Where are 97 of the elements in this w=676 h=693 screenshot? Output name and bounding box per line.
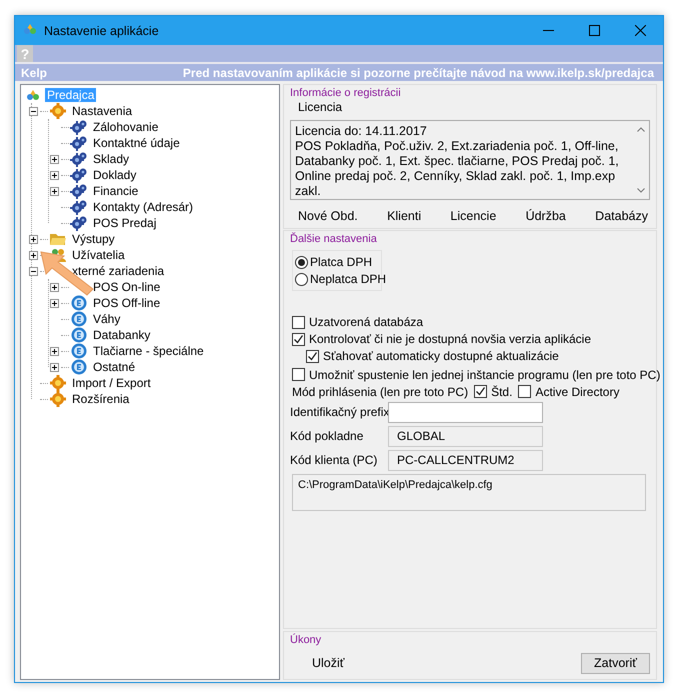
input-field[interactable] bbox=[388, 402, 543, 422]
radio-button[interactable] bbox=[295, 272, 308, 286]
window-title: Nastavenie aplikácie bbox=[44, 24, 160, 38]
license-label: Licencia bbox=[297, 100, 344, 114]
close-icon[interactable] bbox=[634, 25, 646, 36]
gear-icon bbox=[70, 135, 88, 151]
gear-icon bbox=[70, 215, 88, 231]
checkbox[interactable] bbox=[518, 385, 532, 398]
tree-item[interactable]: Váhy bbox=[91, 312, 122, 326]
expand-icon[interactable] bbox=[50, 346, 59, 356]
gear-icon bbox=[70, 119, 88, 135]
tree-item[interactable]: Doklady bbox=[91, 168, 138, 182]
checkbox[interactable] bbox=[292, 332, 305, 346]
notice-text: Pred nastavovaním aplikácie si pozorne prečítajte návod na www.ikelp.sk/predajca bbox=[182, 66, 654, 80]
toolbar-button[interactable]: Nové Obd. bbox=[296, 208, 360, 224]
tree-item[interactable]: Kontakty (Adresár) bbox=[91, 200, 196, 214]
minimize-icon[interactable] bbox=[542, 30, 554, 31]
radio-label: Neplatca DPH bbox=[310, 272, 386, 286]
checkbox-label: Štd. bbox=[491, 384, 512, 398]
checkbox-label: Uzatvorená databáza bbox=[309, 315, 424, 329]
expand-icon[interactable] bbox=[29, 250, 38, 260]
expand-icon[interactable] bbox=[50, 186, 59, 196]
maximize-icon[interactable] bbox=[588, 25, 600, 36]
expand-icon[interactable] bbox=[50, 170, 59, 180]
license-line: Licencia do: 14.11.2017 bbox=[295, 124, 428, 139]
tree-item[interactable]: Výstupy bbox=[70, 232, 117, 246]
gear-icon bbox=[70, 199, 88, 215]
save-button[interactable]: Uložiť bbox=[310, 655, 346, 671]
tree-item[interactable]: Nastavenia bbox=[70, 104, 134, 118]
license-line: zakl. bbox=[295, 184, 322, 199]
checkbox-label: Active Directory bbox=[535, 384, 620, 398]
field-label: Kód pokladne bbox=[290, 429, 364, 443]
tree-item[interactable]: POS On-line bbox=[91, 280, 162, 294]
field-label: Identifikačný prefix bbox=[290, 405, 388, 419]
tree-item[interactable]: POS Predaj bbox=[91, 216, 158, 230]
tree-item[interactable]: Tlačiarne - špeciálne bbox=[91, 344, 206, 358]
checkbox[interactable] bbox=[474, 385, 488, 398]
checkbox-label: Umožniť spustenie len jednej inštancie programu (len pre toto PC) bbox=[309, 368, 660, 382]
expand-icon[interactable] bbox=[50, 362, 59, 372]
scroll-up-icon[interactable] bbox=[637, 127, 645, 132]
device-icon bbox=[70, 295, 88, 311]
scroll-down-icon[interactable] bbox=[637, 188, 645, 193]
config-path-box: C:\ProgramData\iKelp\Predajca\kelp.cfg bbox=[292, 474, 646, 510]
group-title: Ďalšie nastavenia bbox=[290, 232, 377, 246]
expand-icon[interactable] bbox=[50, 282, 59, 292]
close-button[interactable]: Zatvoriť bbox=[581, 652, 650, 674]
tree-item[interactable]: Rozšírenia bbox=[70, 392, 132, 406]
login-mode-label: Mód prihlásenia (len pre toto PC) bbox=[292, 384, 468, 398]
expand-icon[interactable] bbox=[50, 154, 59, 164]
toolbar-button[interactable]: Licencie bbox=[448, 208, 498, 224]
checkbox-label: Kontrolovať či nie je dostupná novšia verzia aplikácie bbox=[309, 332, 591, 346]
gear-icon bbox=[70, 183, 88, 199]
tree-item[interactable]: Import / Export bbox=[70, 376, 153, 390]
input-field[interactable]: GLOBAL bbox=[388, 426, 543, 446]
toolbar-button[interactable]: Databázy bbox=[593, 208, 650, 224]
checkbox[interactable] bbox=[292, 368, 305, 381]
group-title: Informácie o registrácii bbox=[290, 86, 401, 100]
field-label: Kód klienta (PC) bbox=[290, 453, 378, 467]
cog-icon bbox=[49, 103, 67, 119]
device-icon bbox=[70, 343, 88, 359]
toolbar-button[interactable]: Údržba bbox=[524, 208, 568, 224]
radio-label: Platca DPH bbox=[310, 255, 372, 269]
tree-item[interactable]: Databanky bbox=[91, 328, 152, 342]
app-icon bbox=[23, 23, 37, 35]
tree-item[interactable]: POS Off-line bbox=[91, 296, 162, 310]
device-icon bbox=[70, 359, 88, 375]
license-line: Online predaj poč. 2, Cenníky, Sklad zakl. poč. 1, Imp.exp bbox=[295, 169, 616, 184]
checkbox[interactable] bbox=[292, 316, 305, 328]
tree-item[interactable]: Financie bbox=[91, 184, 140, 198]
tree-item[interactable]: Kontaktné údaje bbox=[91, 136, 182, 150]
folder-icon bbox=[49, 231, 67, 247]
gear-icon bbox=[70, 151, 88, 167]
app-icon bbox=[26, 89, 40, 101]
license-line: Databanky poč. 1, Ext. špec. tlačiarne, POS Predaj poč. 1, bbox=[295, 154, 620, 169]
license-text-area[interactable] bbox=[290, 120, 650, 200]
tree-item[interactable]: Užívatelia bbox=[70, 248, 127, 262]
gear-icon bbox=[70, 167, 88, 183]
device-icon bbox=[70, 327, 88, 343]
tree-item[interactable]: Ostatné bbox=[91, 360, 138, 374]
collapse-icon[interactable] bbox=[29, 106, 38, 116]
expand-icon[interactable] bbox=[29, 234, 38, 244]
input-field[interactable]: PC-CALLCENTRUM2 bbox=[388, 450, 543, 470]
tree-item[interactable]: xterné zariadenia bbox=[70, 264, 166, 278]
group-title: Úkony bbox=[290, 633, 322, 647]
cog-icon bbox=[49, 391, 67, 407]
cog-icon bbox=[49, 375, 67, 391]
radio-button[interactable] bbox=[295, 256, 308, 268]
tree-item[interactable]: Zálohovanie bbox=[91, 120, 160, 134]
device-icon bbox=[70, 311, 88, 327]
app-name: Kelp bbox=[21, 66, 48, 80]
expand-icon[interactable] bbox=[50, 298, 59, 308]
tree-item[interactable]: Sklady bbox=[91, 152, 132, 166]
collapse-icon[interactable] bbox=[29, 266, 38, 276]
license-line: POS Pokladňa, Poč.uživ. 2, Ext.zariadenia poč. 1, Off-line, bbox=[295, 139, 620, 154]
toolbar-button[interactable]: Klienti bbox=[385, 208, 424, 224]
checkbox[interactable] bbox=[306, 350, 319, 362]
checkbox-label: Sťahovať automaticky dostupné aktualizácie bbox=[323, 349, 559, 363]
